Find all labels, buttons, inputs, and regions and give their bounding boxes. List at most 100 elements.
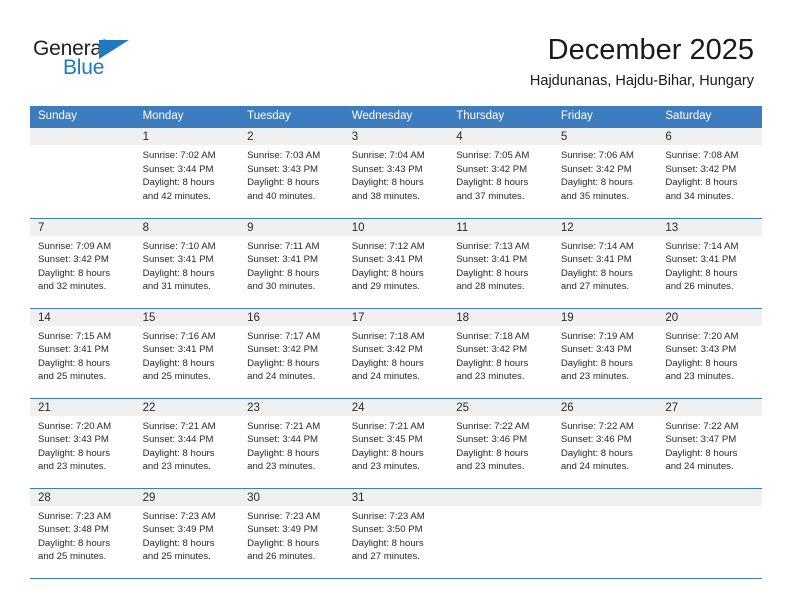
day-sunset-text: Sunset: 3:43 PM — [665, 344, 737, 356]
calendar-day-cell[interactable]: 27 Sunrise: 7:22 AM Sunset: 3:47 PM Dayligh… — [657, 398, 762, 489]
calendar-day-cell[interactable]: 5 Sunrise: 7:06 AM Sunset: 3:42 PM Daylight… — [552, 128, 658, 219]
day-number — [552, 488, 658, 506]
day-sunset-text: Sunset: 3:41 PM — [142, 344, 214, 356]
weekday-header-wednesday: Wednesday — [343, 106, 449, 128]
day-daylight-1-text: Daylight: 8 hours — [351, 177, 424, 189]
day-sun-info: Sunrise: 7:08 AM Sunset: 3:42 PM Daylight:… — [657, 145, 762, 203]
calendar-day-cell[interactable]: 30 Sunrise: 7:23 AM Sunset: 3:49 PM Dayligh… — [239, 488, 344, 579]
day-daylight-2-text: and 25 minutes. — [142, 371, 211, 383]
day-sun-info: Sunrise: 7:15 AM Sunset: 3:41 PM Daylight:… — [30, 326, 135, 384]
calendar-grid: Sunday Monday Tuesday Wednesday Thursday… — [30, 106, 762, 579]
calendar-day-cell[interactable]: 15 Sunrise: 7:16 AM Sunset: 3:41 PM Dayligh… — [134, 308, 240, 399]
calendar-day-cell[interactable]: 10 Sunrise: 7:12 AM Sunset: 3:41 PM Dayligh… — [343, 218, 449, 309]
calendar-day-cell[interactable]: 22 Sunrise: 7:21 AM Sunset: 3:44 PM Dayligh… — [134, 398, 240, 489]
calendar-day-cell[interactable]: 4 Sunrise: 7:05 AM Sunset: 3:42 PM Daylight… — [448, 128, 553, 219]
day-sun-info: Sunrise: 7:04 AM Sunset: 3:43 PM Daylight:… — [344, 145, 449, 203]
calendar-day-cell[interactable]: 13 Sunrise: 7:14 AM Sunset: 3:41 PM Dayligh… — [657, 218, 762, 309]
day-sunrise-text: Sunrise: 7:02 AM — [142, 150, 216, 161]
calendar-day-cell[interactable]: 24 Sunrise: 7:21 AM Sunset: 3:45 PM Dayligh… — [343, 398, 449, 489]
day-daylight-1-text: Daylight: 8 hours — [142, 177, 215, 189]
day-daylight-2-text: and 23 minutes. — [456, 371, 525, 383]
day-daylight-2-text: and 38 minutes. — [351, 190, 420, 202]
day-number: 3 — [343, 128, 449, 145]
day-sunset-text: Sunset: 3:43 PM — [247, 163, 319, 175]
day-sun-info: Sunrise: 7:20 AM Sunset: 3:43 PM Daylight:… — [657, 326, 762, 384]
day-sun-info: Sunrise: 7:03 AM Sunset: 3:43 PM Daylight:… — [239, 145, 344, 203]
day-daylight-1-text: Daylight: 8 hours — [142, 357, 215, 369]
day-sunrise-text: Sunrise: 7:23 AM — [142, 510, 216, 522]
calendar-day-cell[interactable]: 16 Sunrise: 7:17 AM Sunset: 3:42 PM Dayligh… — [239, 308, 344, 399]
day-daylight-1-text: Daylight: 8 hours — [351, 267, 424, 279]
calendar-day-cell[interactable]: 11 Sunrise: 7:13 AM Sunset: 3:41 PM Dayligh… — [448, 218, 553, 309]
calendar-day-cell[interactable]: 9 Sunrise: 7:11 AM Sunset: 3:41 PM Daylight… — [239, 218, 344, 309]
calendar-day-cell[interactable]: 3 Sunrise: 7:04 AM Sunset: 3:43 PM Daylight… — [343, 128, 449, 219]
day-number: 27 — [657, 398, 762, 416]
calendar-day-cell[interactable]: 25 Sunrise: 7:22 AM Sunset: 3:46 PM Dayligh… — [448, 398, 553, 489]
day-sun-info: Sunrise: 7:22 AM Sunset: 3:46 PM Daylight:… — [553, 416, 658, 474]
calendar-day-cell[interactable]: 17 Sunrise: 7:18 AM Sunset: 3:42 PM Dayligh… — [343, 308, 449, 399]
calendar-day-cell[interactable]: 31 Sunrise: 7:23 AM Sunset: 3:50 PM Dayligh… — [343, 488, 449, 579]
calendar-day-cell[interactable]: 26 Sunrise: 7:22 AM Sunset: 3:46 PM Dayligh… — [552, 398, 658, 489]
calendar-day-cell[interactable]: 23 Sunrise: 7:21 AM Sunset: 3:44 PM Dayligh… — [239, 398, 344, 489]
day-sunrise-text: Sunrise: 7:20 AM — [665, 330, 739, 342]
day-sunrise-text: Sunrise: 7:08 AM — [665, 150, 739, 161]
calendar-day-cell[interactable]: 28 Sunrise: 7:23 AM Sunset: 3:48 PM Dayligh… — [30, 488, 135, 579]
day-sunset-text: Sunset: 3:41 PM — [665, 254, 737, 266]
general-blue-logo[interactable]: General Blue — [33, 38, 163, 86]
day-daylight-2-text: and 23 minutes. — [351, 461, 420, 473]
day-daylight-2-text: and 25 minutes. — [38, 371, 107, 383]
day-sunset-text: Sunset: 3:42 PM — [38, 254, 109, 266]
day-daylight-1-text: Daylight: 8 hours — [456, 447, 529, 459]
day-sunset-text: Sunset: 3:41 PM — [142, 254, 214, 266]
day-daylight-2-text: and 24 minutes. — [560, 461, 630, 473]
calendar-day-cell[interactable]: 14 Sunrise: 7:15 AM Sunset: 3:41 PM Dayligh… — [30, 308, 135, 399]
day-sun-info: Sunrise: 7:22 AM Sunset: 3:47 PM Daylight:… — [657, 416, 762, 474]
page-title: December 2025 — [547, 34, 754, 66]
day-daylight-2-text: and 28 minutes. — [456, 281, 525, 293]
day-sun-info: Sunrise: 7:17 AM Sunset: 3:42 PM Daylight:… — [239, 326, 344, 384]
weekday-header-friday: Friday — [552, 106, 658, 128]
day-sunrise-text: Sunrise: 7:22 AM — [560, 420, 634, 432]
calendar-day-cell[interactable]: 21 Sunrise: 7:20 AM Sunset: 3:43 PM Dayligh… — [30, 398, 135, 489]
day-number: 5 — [552, 128, 658, 145]
calendar-week-row: 1 Sunrise: 7:02 AM Sunset: 3:44 PM Daylight… — [30, 128, 762, 219]
calendar-day-cell[interactable]: 6 Sunrise: 7:08 AM Sunset: 3:42 PM Daylight… — [657, 128, 762, 219]
calendar-day-cell[interactable]: 2 Sunrise: 7:03 AM Sunset: 3:43 PM Daylight… — [239, 128, 344, 219]
weekday-header-monday: Monday — [134, 106, 240, 128]
day-sun-info: Sunrise: 7:21 AM Sunset: 3:45 PM Daylight:… — [344, 416, 449, 474]
day-sunset-text: Sunset: 3:42 PM — [247, 344, 319, 356]
day-daylight-2-text: and 32 minutes. — [38, 281, 107, 293]
calendar-day-cell[interactable]: 8 Sunrise: 7:10 AM Sunset: 3:41 PM Daylight… — [134, 218, 240, 309]
day-sunrise-text: Sunrise: 7:15 AM — [38, 330, 112, 342]
calendar-day-cell-empty — [30, 128, 135, 219]
day-daylight-1-text: Daylight: 8 hours — [665, 267, 738, 279]
day-daylight-1-text: Daylight: 8 hours — [247, 447, 320, 459]
day-number: 8 — [134, 218, 240, 236]
day-daylight-1-text: Daylight: 8 hours — [665, 447, 738, 459]
day-daylight-2-text: and 40 minutes. — [247, 190, 316, 202]
day-daylight-1-text: Daylight: 8 hours — [142, 267, 215, 279]
day-daylight-2-text: and 23 minutes. — [247, 461, 316, 473]
day-number — [448, 488, 553, 506]
calendar-day-cell[interactable]: 29 Sunrise: 7:23 AM Sunset: 3:49 PM Dayligh… — [134, 488, 240, 579]
day-number: 18 — [448, 308, 553, 326]
day-sun-info: Sunrise: 7:02 AM Sunset: 3:44 PM Daylight:… — [135, 145, 240, 203]
day-sun-info: Sunrise: 7:13 AM Sunset: 3:41 PM Daylight:… — [448, 236, 553, 294]
calendar-day-cell[interactable]: 7 Sunrise: 7:09 AM Sunset: 3:42 PM Daylight… — [30, 218, 135, 309]
day-daylight-1-text: Daylight: 8 hours — [247, 357, 320, 369]
day-sunset-text: Sunset: 3:46 PM — [560, 434, 632, 446]
day-daylight-2-text: and 27 minutes. — [560, 281, 630, 293]
day-sun-info: Sunrise: 7:20 AM Sunset: 3:43 PM Daylight:… — [30, 416, 135, 474]
day-sun-info: Sunrise: 7:11 AM Sunset: 3:41 PM Daylight:… — [239, 236, 344, 294]
calendar-day-cell[interactable]: 18 Sunrise: 7:18 AM Sunset: 3:42 PM Dayligh… — [448, 308, 553, 399]
calendar-day-cell[interactable]: 12 Sunrise: 7:14 AM Sunset: 3:41 PM Dayligh… — [552, 218, 658, 309]
calendar-day-cell[interactable]: 19 Sunrise: 7:19 AM Sunset: 3:43 PM Dayligh… — [552, 308, 658, 399]
day-sunset-text: Sunset: 3:47 PM — [665, 434, 737, 446]
day-sunrise-text: Sunrise: 7:13 AM — [456, 240, 530, 252]
calendar-day-cell[interactable]: 1 Sunrise: 7:02 AM Sunset: 3:44 PM Daylight… — [134, 128, 240, 219]
calendar-day-cell[interactable]: 20 Sunrise: 7:20 AM Sunset: 3:43 PM Dayligh… — [657, 308, 762, 399]
day-number: 19 — [552, 308, 658, 326]
day-daylight-1-text: Daylight: 8 hours — [38, 447, 110, 459]
day-daylight-2-text: and 29 minutes. — [351, 281, 420, 293]
day-daylight-1-text: Daylight: 8 hours — [456, 357, 529, 369]
